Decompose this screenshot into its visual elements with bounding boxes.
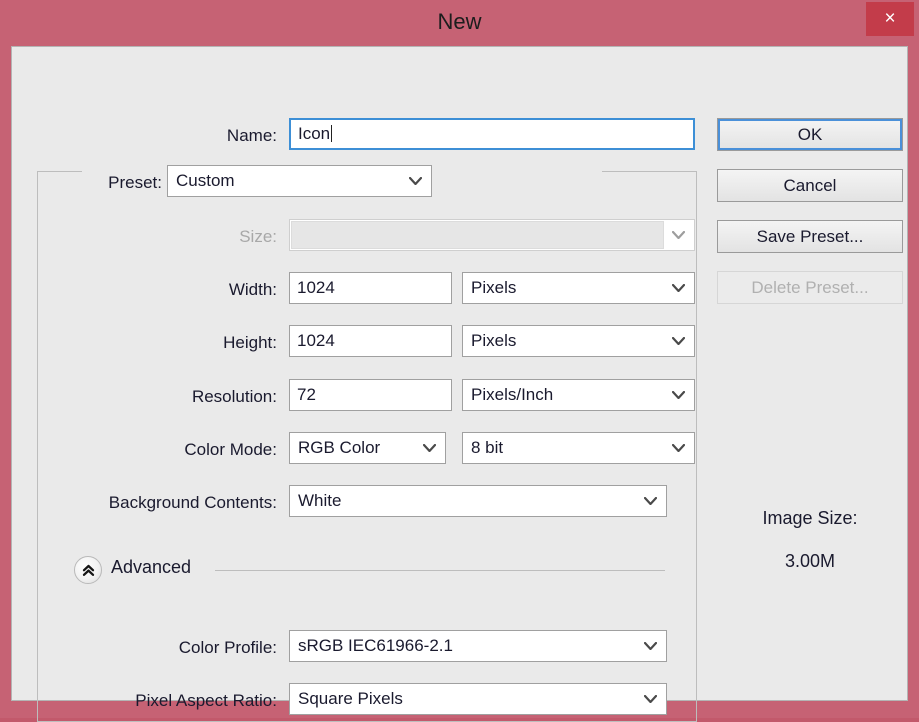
chevron-down-icon [671, 220, 685, 250]
chevron-down-icon [422, 433, 436, 463]
chevron-down-icon [643, 486, 657, 516]
image-size-value: 3.00M [717, 551, 903, 572]
preset-select[interactable]: Custom [167, 165, 432, 197]
save-preset-button[interactable]: Save Preset... [717, 220, 903, 253]
pixel-aspect-ratio-value: Square Pixels [298, 684, 403, 714]
width-unit-value: Pixels [471, 273, 516, 303]
title-bar: New × [0, 0, 919, 46]
advanced-divider [215, 570, 665, 571]
height-input[interactable]: 1024 [289, 325, 452, 357]
color-mode-value: RGB Color [298, 433, 380, 463]
ok-button[interactable]: OK [717, 118, 903, 151]
color-profile-select[interactable]: sRGB IEC61966-2.1 [289, 630, 667, 662]
resolution-label: Resolution: [92, 387, 277, 407]
chevron-double-up-icon [81, 563, 96, 578]
groupbox-top-right-rule [602, 171, 697, 172]
text-caret [331, 125, 332, 142]
size-label: Size: [112, 227, 277, 247]
size-select [289, 219, 695, 251]
advanced-section-label: Advanced [111, 557, 191, 578]
preset-select-value: Custom [176, 166, 235, 196]
name-label: Name: [112, 126, 277, 146]
window-title: New [0, 9, 919, 35]
size-select-body [291, 221, 664, 249]
advanced-toggle-button[interactable] [74, 556, 102, 584]
pixel-aspect-ratio-label: Pixel Aspect Ratio: [67, 691, 277, 711]
chevron-down-icon [671, 326, 685, 356]
color-mode-select[interactable]: RGB Color [289, 432, 446, 464]
chevron-down-icon [408, 166, 422, 196]
resolution-unit-select[interactable]: Pixels/Inch [462, 379, 695, 411]
color-mode-label: Color Mode: [92, 440, 277, 460]
background-contents-value: White [298, 486, 341, 516]
groupbox-top-left-rule [37, 171, 82, 172]
name-input[interactable]: Icon [289, 118, 695, 150]
name-input-value: Icon [298, 124, 330, 143]
color-depth-value: 8 bit [471, 433, 503, 463]
preset-label: Preset: [12, 173, 162, 193]
chevron-down-icon [643, 631, 657, 661]
pixel-aspect-ratio-select[interactable]: Square Pixels [289, 683, 667, 715]
new-document-dialog-window: New × Name: Icon Preset: Custom Size: [0, 0, 919, 718]
image-size-label: Image Size: [717, 508, 903, 529]
close-icon[interactable]: × [866, 2, 914, 36]
height-unit-value: Pixels [471, 326, 516, 356]
color-depth-select[interactable]: 8 bit [462, 432, 695, 464]
resolution-unit-value: Pixels/Inch [471, 380, 553, 410]
chevron-down-icon [671, 380, 685, 410]
color-profile-value: sRGB IEC61966-2.1 [298, 631, 453, 661]
background-contents-select[interactable]: White [289, 485, 667, 517]
color-profile-label: Color Profile: [92, 638, 277, 658]
chevron-down-icon [643, 684, 657, 714]
dialog-body: Name: Icon Preset: Custom Size: Width: 1… [11, 46, 908, 701]
chevron-down-icon [671, 273, 685, 303]
cancel-button[interactable]: Cancel [717, 169, 903, 202]
height-unit-select[interactable]: Pixels [462, 325, 695, 357]
delete-preset-button: Delete Preset... [717, 271, 903, 304]
width-unit-select[interactable]: Pixels [462, 272, 695, 304]
background-contents-label: Background Contents: [42, 493, 277, 513]
width-label: Width: [112, 280, 277, 300]
chevron-down-icon [671, 433, 685, 463]
width-input[interactable]: 1024 [289, 272, 452, 304]
resolution-input[interactable]: 72 [289, 379, 452, 411]
height-label: Height: [112, 333, 277, 353]
